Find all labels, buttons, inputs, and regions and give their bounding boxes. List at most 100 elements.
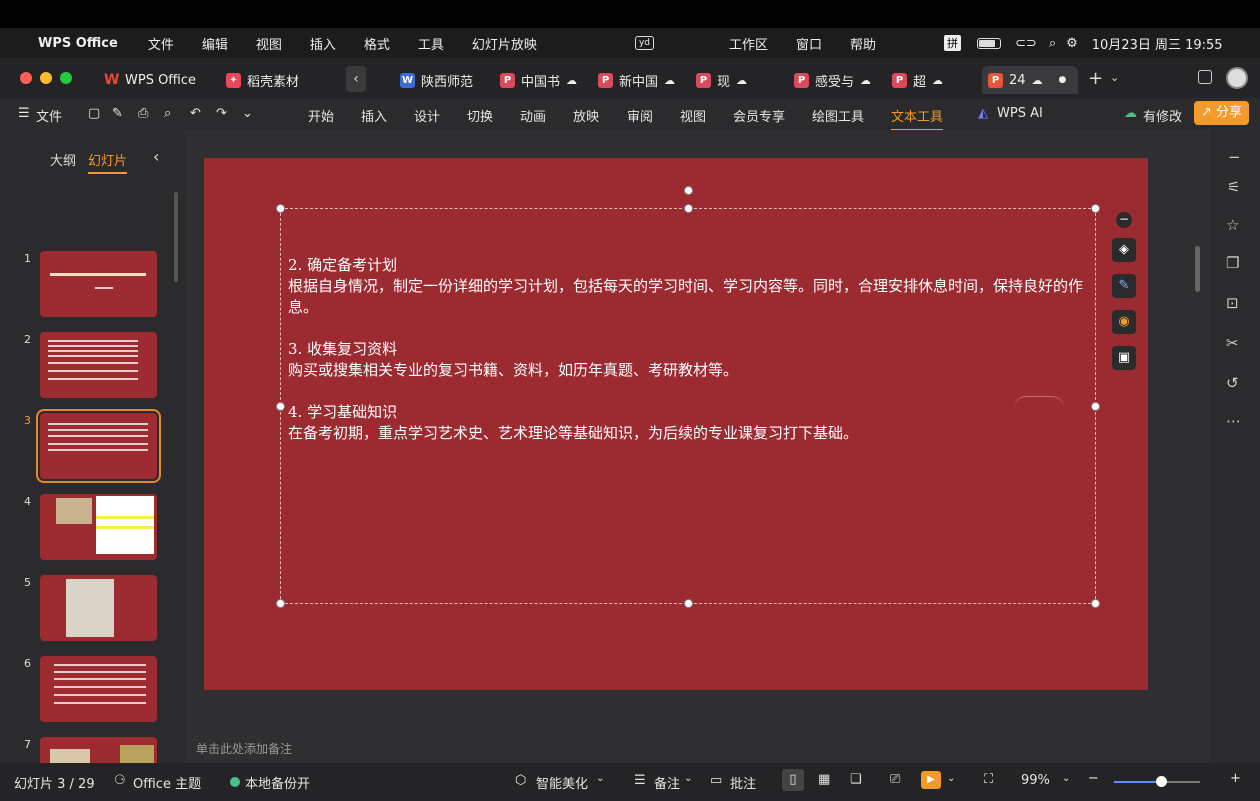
more-icon[interactable]: ⋯ — [1226, 412, 1241, 430]
zoom-slider-handle[interactable] — [1156, 776, 1168, 787]
tab-outline[interactable]: 大纲 — [50, 150, 76, 169]
copy-icon[interactable]: ❐ — [1226, 254, 1239, 272]
zoom-level[interactable]: 99% — [1021, 773, 1050, 788]
resize-handle-ml[interactable] — [276, 402, 285, 411]
fill-color-icon[interactable]: ◉ — [1112, 310, 1136, 334]
format-painter-icon[interactable]: ✎ — [112, 106, 123, 121]
input-method-icon[interactable]: 拼 — [944, 35, 962, 51]
ribbon-tab-home[interactable]: 开始 — [308, 106, 334, 125]
slide-thumbnail-1[interactable] — [40, 251, 157, 317]
ribbon-tab-design[interactable]: 设计 — [414, 106, 440, 125]
tab-wps-home[interactable]: W WPS Office — [98, 66, 202, 94]
layers-icon[interactable]: ◈ — [1112, 238, 1136, 262]
vertical-scrollbar[interactable] — [1195, 246, 1200, 292]
resize-handle-bl[interactable] — [276, 599, 285, 608]
yd-icon[interactable]: yd — [634, 36, 654, 50]
ribbon-tab-text-tools[interactable]: 文本工具 — [891, 106, 944, 131]
tab-daoke[interactable]: ✦ 稻壳素材 — [220, 66, 305, 94]
reading-view-icon[interactable]: ❑ — [850, 772, 862, 787]
menu-workspace[interactable]: 工作区 — [729, 34, 768, 53]
slide-thumbnail-4[interactable] — [40, 494, 157, 560]
search-icon[interactable]: ⌕ — [1049, 36, 1056, 51]
link-icon[interactable]: ⊂⊃ — [1015, 36, 1037, 51]
minimize-window-button[interactable] — [40, 72, 52, 84]
slide[interactable]: 2. 确定备考计划 根据自身情况，制定一份详细的学习计划，包括每天的学习时间、学… — [204, 158, 1148, 690]
resize-handle-tl[interactable] — [276, 204, 285, 213]
backup-button[interactable]: 本地备份开 — [245, 773, 310, 792]
share-button[interactable]: ↗ 分享 — [1194, 101, 1249, 125]
pen-icon[interactable]: ✎ — [1112, 274, 1136, 298]
menu-slideshow[interactable]: 幻灯片放映 — [472, 34, 537, 53]
tab-ppt-xinzhongguo[interactable]: P 新中国 ☁ — [592, 66, 681, 94]
wps-ai-button[interactable]: WPS AI — [997, 106, 1043, 121]
notes-field[interactable]: 单击此处添加备注 — [196, 740, 292, 757]
menu-insert[interactable]: 插入 — [310, 34, 336, 53]
image-icon[interactable]: ⊡ — [1226, 294, 1239, 312]
tab-list-chevron-icon[interactable]: ⌄ — [1110, 71, 1119, 84]
notes-chevron-icon[interactable]: ⌄ — [684, 773, 692, 784]
slide-thumbnail-5[interactable] — [40, 575, 157, 641]
fit-window-icon[interactable]: ⛶ — [984, 772, 993, 787]
tools-icon[interactable]: ✂ — [1226, 334, 1239, 352]
slide-thumbnail-2[interactable] — [40, 332, 157, 398]
menu-view[interactable]: 视图 — [256, 34, 282, 53]
collapse-minus-icon[interactable]: − — [1116, 212, 1132, 228]
tab-ppt-24-active[interactable]: P 24 ☁ ● — [982, 66, 1078, 94]
tab-ppt-xian[interactable]: P 现 ☁ — [690, 66, 753, 94]
panel-scrollbar[interactable] — [174, 192, 178, 282]
zoom-slider[interactable] — [1114, 776, 1200, 787]
menu-format[interactable]: 格式 — [364, 34, 390, 53]
slide-thumbnail-3-selected[interactable] — [36, 409, 161, 483]
control-center-icon[interactable]: ⚙ — [1066, 36, 1078, 51]
tab-slides[interactable]: 幻灯片 — [88, 150, 128, 174]
play-slideshow-button[interactable]: ▶ — [921, 771, 941, 789]
zoom-out-icon[interactable]: − — [1088, 771, 1099, 786]
beautify-chevron-icon[interactable]: ⌄ — [596, 773, 604, 784]
zoom-chevron-icon[interactable]: ⌄ — [1062, 773, 1070, 784]
grid-view-icon[interactable]: ▦ — [818, 772, 830, 787]
modified-status[interactable]: 有修改 — [1143, 106, 1182, 125]
file-menu-button[interactable]: 文件 — [36, 106, 62, 125]
hamburger-menu-icon[interactable]: ☰ — [18, 106, 30, 121]
menu-window[interactable]: 窗口 — [796, 34, 822, 53]
app-menu[interactable]: WPS Office — [38, 36, 118, 51]
zoom-in-icon[interactable]: + — [1230, 771, 1241, 786]
ribbon-tab-transition[interactable]: 切换 — [467, 106, 493, 125]
tab-doc-shaanxi[interactable]: W 陕西师范 — [394, 66, 479, 94]
tab-ppt-chao[interactable]: P 超 ☁ — [886, 66, 949, 94]
rotate-handle-icon[interactable] — [684, 186, 693, 195]
close-window-button[interactable] — [20, 72, 32, 84]
redo-icon[interactable]: ↷ — [216, 106, 227, 121]
resize-handle-mr[interactable] — [1091, 402, 1100, 411]
beautify-button[interactable]: 智能美化 — [536, 773, 588, 792]
history-icon[interactable]: ↺ — [1226, 374, 1239, 392]
notes-button[interactable]: 备注 — [654, 773, 680, 792]
maximize-window-button[interactable] — [60, 72, 72, 84]
print-preview-icon[interactable]: ⌕ — [164, 106, 171, 121]
menu-file[interactable]: 文件 — [148, 34, 174, 53]
new-tab-plus-icon[interactable]: + — [1088, 68, 1103, 89]
tab-ppt-zhongguo[interactable]: P 中国书 ☁ — [494, 66, 583, 94]
collapse-panel-icon[interactable]: ‹ — [153, 147, 159, 166]
normal-view-icon[interactable]: ▯ — [782, 769, 804, 791]
ribbon-tab-drawing-tools[interactable]: 绘图工具 — [812, 106, 864, 125]
print-icon[interactable]: ⎙ — [138, 106, 148, 121]
resize-handle-br[interactable] — [1091, 599, 1100, 608]
properties-sliders-icon[interactable]: ⚟ — [1227, 178, 1240, 196]
play-chevron-icon[interactable]: ⌄ — [947, 773, 955, 784]
resize-handle-tr[interactable] — [1091, 204, 1100, 213]
wps-ai-icon[interactable]: ◭ — [978, 106, 988, 121]
ribbon-tab-review[interactable]: 审阅 — [627, 106, 653, 125]
menu-tools[interactable]: 工具 — [418, 34, 444, 53]
tab-scroll-left-icon[interactable]: ‹ — [346, 66, 366, 92]
presenter-icon[interactable]: ⎚ — [890, 772, 900, 787]
menu-help[interactable]: 帮助 — [850, 34, 876, 53]
ribbon-tab-animation[interactable]: 动画 — [520, 106, 546, 125]
window-switch-icon[interactable] — [1198, 70, 1212, 84]
avatar[interactable] — [1226, 67, 1248, 89]
theme-button[interactable]: Office 主题 — [133, 773, 201, 792]
battery-icon[interactable] — [977, 37, 1002, 49]
resize-handle-bm[interactable] — [684, 599, 693, 608]
menu-edit[interactable]: 编辑 — [202, 34, 228, 53]
tab-ppt-ganshou[interactable]: P 感受与 ☁ — [788, 66, 877, 94]
